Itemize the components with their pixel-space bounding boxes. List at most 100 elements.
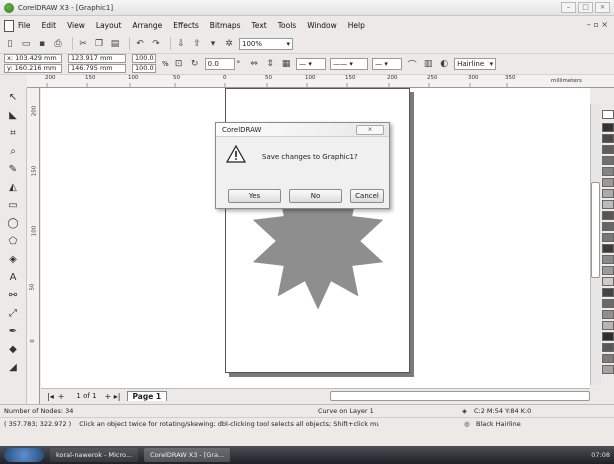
welcome-icon[interactable]: ✲	[223, 38, 235, 50]
print-icon[interactable]: ⎙	[52, 38, 64, 50]
outline-width-select[interactable]: Hairline ▾	[454, 58, 497, 70]
smart-fill-tool-icon[interactable]: ◭	[6, 180, 20, 194]
palette-swatch[interactable]	[602, 145, 614, 154]
menu-text[interactable]: Text	[252, 21, 267, 30]
yes-button[interactable]: Yes	[228, 189, 281, 203]
cancel-button[interactable]: Cancel	[350, 189, 384, 203]
undo-icon[interactable]: ↶	[134, 38, 146, 50]
palette-swatch[interactable]	[602, 321, 614, 330]
zoom-tool-icon[interactable]: ⌕	[6, 144, 20, 158]
horizontal-scrollbar[interactable]	[330, 391, 590, 401]
interactive-fill-tool-icon[interactable]: ◢	[6, 360, 20, 374]
taskbar-item[interactable]: koral-nawerok - Micro...	[50, 448, 139, 462]
vertical-scroll-thumb[interactable]	[591, 182, 600, 278]
palette-swatch[interactable]	[602, 244, 614, 253]
menu-help[interactable]: Help	[348, 21, 365, 30]
taskbar-item-active[interactable]: CorelDRAW X3 - [Gra...	[144, 448, 231, 462]
crop-tool-icon[interactable]: ⌗	[6, 126, 20, 140]
palette-swatch[interactable]	[602, 233, 614, 242]
palette-swatch[interactable]	[602, 299, 614, 308]
palette-swatch[interactable]	[602, 288, 614, 297]
eyedropper-tool-icon[interactable]: ⤢	[6, 306, 20, 320]
polygon-tool-icon[interactable]: ⬠	[6, 234, 20, 248]
palette-swatch[interactable]	[602, 310, 614, 319]
no-button[interactable]: No	[289, 189, 342, 203]
wrap-icon[interactable]: ▦	[280, 58, 292, 70]
basic-shapes-tool-icon[interactable]: ◈	[6, 252, 20, 266]
dialog-close-button[interactable]: ⨯	[356, 125, 384, 135]
document-icon[interactable]	[4, 19, 14, 32]
palette-swatch[interactable]	[602, 343, 614, 352]
palette-swatch[interactable]	[602, 167, 614, 176]
add-page-after-icon[interactable]: + ▸|	[105, 392, 121, 401]
page-tab[interactable]: Page 1	[126, 391, 168, 401]
maximize-button[interactable]: □	[578, 2, 593, 13]
pick-tool-icon[interactable]: ↖	[6, 90, 20, 104]
minimize-button[interactable]: –	[561, 2, 576, 13]
freehand-tool-icon[interactable]: ✎	[6, 162, 20, 176]
convert-curve-icon[interactable]: ⌒	[406, 58, 418, 71]
palette-swatch[interactable]	[602, 277, 614, 286]
line-style-select[interactable]: —— ▾	[330, 58, 369, 70]
shape-tool-icon[interactable]: ◣	[6, 108, 20, 122]
start-arrow-select[interactable]: — ▾	[296, 58, 327, 70]
palette-swatch[interactable]	[602, 200, 614, 209]
palette-swatch[interactable]	[602, 211, 614, 220]
x-position-field[interactable]: x: 103.429 mm	[4, 54, 62, 63]
menu-tools[interactable]: Tools	[278, 21, 296, 30]
mirror-horizontal-icon[interactable]: ⇔	[248, 58, 260, 70]
menu-window[interactable]: Window	[307, 21, 337, 30]
palette-swatch[interactable]	[602, 189, 614, 198]
scale-width-field[interactable]: 100.0	[132, 54, 156, 63]
menu-restore-icon[interactable]: – ▫ ×	[587, 20, 608, 29]
width-field[interactable]: 123.917 mm	[68, 54, 126, 63]
paste-icon[interactable]: ▤	[109, 38, 121, 50]
palette-swatch[interactable]	[602, 365, 614, 374]
first-page-icon[interactable]: |◂	[47, 392, 54, 401]
outline-tool-icon[interactable]: ✒	[6, 324, 20, 338]
palette-swatch[interactable]	[602, 266, 614, 275]
palette-swatch[interactable]	[602, 156, 614, 165]
angle-field[interactable]: 0.0	[204, 58, 235, 70]
redo-icon[interactable]: ↷	[150, 38, 162, 50]
palette-swatch[interactable]	[602, 255, 614, 264]
cut-icon[interactable]: ✂	[77, 38, 89, 50]
mirror-vertical-icon[interactable]: ⇕	[264, 58, 276, 70]
ellipse-tool-icon[interactable]: ◯	[6, 216, 20, 230]
palette-swatch[interactable]	[602, 178, 614, 187]
export-icon[interactable]: ⇧	[191, 38, 203, 50]
text-tool-icon[interactable]: A	[6, 270, 20, 284]
menu-layout[interactable]: Layout	[96, 21, 122, 30]
add-page-before-icon[interactable]: +	[58, 392, 65, 401]
copy-icon[interactable]: ❐	[93, 38, 105, 50]
menu-view[interactable]: View	[67, 21, 85, 30]
rectangle-tool-icon[interactable]: ▭	[6, 198, 20, 212]
app-launcher-icon[interactable]: ▾	[207, 38, 219, 50]
new-icon[interactable]: ▯	[4, 38, 16, 50]
interactive-blend-tool-icon[interactable]: ⚯	[6, 288, 20, 302]
menu-edit[interactable]: Edit	[42, 21, 57, 30]
scale-height-field[interactable]: 100.0	[132, 64, 156, 73]
lock-ratio-icon[interactable]: ⊡	[173, 58, 185, 70]
height-field[interactable]: 146.795 mm	[68, 64, 126, 73]
menu-bitmaps[interactable]: Bitmaps	[210, 21, 241, 30]
rotate-icon[interactable]: ↻	[189, 58, 201, 70]
open-icon[interactable]: ▭	[20, 38, 32, 50]
zoom-select[interactable]: 100% ▾	[239, 37, 293, 50]
y-position-field[interactable]: y: 160.216 mm	[4, 64, 62, 73]
palette-swatch[interactable]	[602, 332, 614, 341]
import-icon[interactable]: ⇩	[175, 38, 187, 50]
palette-swatch[interactable]	[602, 110, 614, 119]
start-button[interactable]	[4, 448, 44, 462]
save-icon[interactable]: ▪	[36, 38, 48, 50]
palette-swatch[interactable]	[602, 222, 614, 231]
palette-swatch[interactable]	[602, 134, 614, 143]
palette-swatch[interactable]	[602, 123, 614, 132]
fill-tool-icon[interactable]: ◆	[6, 342, 20, 356]
palette-swatch[interactable]	[602, 354, 614, 363]
outline-pen-icon[interactable]: ▥	[422, 58, 434, 70]
end-arrow-select[interactable]: — ▾	[372, 58, 403, 70]
close-button[interactable]: ×	[595, 2, 610, 13]
menu-arrange[interactable]: Arrange	[132, 21, 162, 30]
menu-file[interactable]: File	[18, 21, 31, 30]
